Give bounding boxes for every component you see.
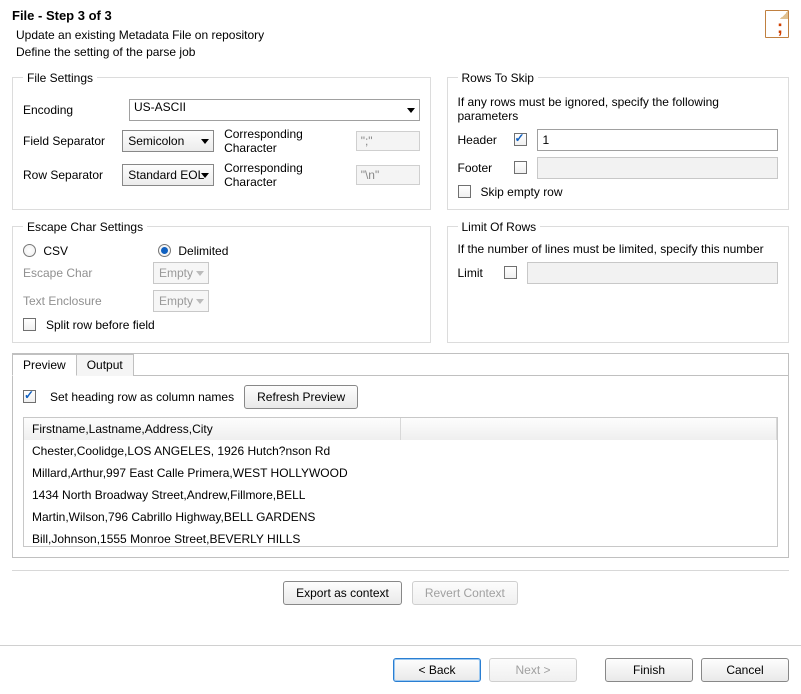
header-checkbox[interactable] — [514, 133, 527, 146]
heading-row-label: Set heading row as column names — [50, 390, 234, 404]
footer-value-input — [537, 157, 779, 179]
chevron-down-icon — [196, 271, 204, 276]
chevron-down-icon — [201, 173, 209, 178]
delimited-radio-label[interactable]: Delimited — [158, 244, 228, 258]
page-subtitle-1: Update an existing Metadata File on repo… — [16, 27, 789, 44]
chevron-down-icon — [407, 108, 415, 113]
escape-char-value: Empty — [159, 266, 193, 280]
row-separator-value: Standard EOL — [128, 168, 204, 182]
revert-context-button: Revert Context — [412, 581, 518, 605]
encoding-select[interactable]: US-ASCII — [129, 99, 420, 121]
footer-checkbox[interactable] — [514, 161, 527, 174]
export-context-button[interactable]: Export as context — [283, 581, 402, 605]
escape-char-label: Escape Char — [23, 266, 153, 280]
limit-legend: Limit Of Rows — [458, 220, 541, 234]
heading-row-checkbox[interactable] — [23, 390, 36, 403]
table-row: 1434 North Broadway Street,Andrew,Fillmo… — [24, 484, 777, 506]
limit-value-input — [527, 262, 779, 284]
preview-column-blank — [401, 418, 778, 440]
file-icon: ; — [765, 10, 789, 38]
split-row-checkbox[interactable] — [23, 318, 36, 331]
footer-label: Footer — [458, 161, 508, 175]
limit-note: If the number of lines must be limited, … — [458, 242, 779, 256]
csv-text: CSV — [43, 244, 68, 258]
field-corresponding-label: Corresponding Character — [224, 127, 350, 155]
split-row-label: Split row before field — [46, 318, 155, 332]
skip-empty-checkbox[interactable] — [458, 185, 471, 198]
header-value-input[interactable]: 1 — [537, 129, 779, 151]
encoding-value: US-ASCII — [134, 100, 186, 114]
limit-checkbox[interactable] — [504, 266, 517, 279]
header-label: Header — [458, 133, 508, 147]
chevron-down-icon — [196, 299, 204, 304]
text-enclosure-select: Empty — [153, 290, 209, 312]
csv-radio[interactable] — [23, 244, 36, 257]
page-title: File - Step 3 of 3 — [12, 8, 789, 23]
field-separator-value: Semicolon — [128, 134, 184, 148]
rows-to-skip-note: If any rows must be ignored, specify the… — [458, 95, 779, 123]
encoding-label: Encoding — [23, 103, 123, 117]
row-separator-label: Row Separator — [23, 168, 116, 182]
delimited-radio[interactable] — [158, 244, 171, 257]
chevron-down-icon — [201, 139, 209, 144]
table-row: Bill,Johnson,1555 Monroe Street,BEVERLY … — [24, 528, 777, 547]
row-corresponding-label: Corresponding Character — [224, 161, 350, 189]
field-separator-select[interactable]: Semicolon — [122, 130, 214, 152]
delimited-text: Delimited — [178, 244, 228, 258]
file-settings-legend: File Settings — [23, 71, 97, 85]
header-value: 1 — [543, 133, 550, 147]
csv-radio-label[interactable]: CSV — [23, 244, 68, 258]
tab-preview[interactable]: Preview — [12, 354, 77, 376]
table-row: Millard,Arthur,997 East Calle Primera,WE… — [24, 462, 777, 484]
text-enclosure-label: Text Enclosure — [23, 294, 153, 308]
refresh-preview-button[interactable]: Refresh Preview — [244, 385, 358, 409]
row-corresponding-value: "\n" — [356, 165, 420, 185]
table-row: Martin,Wilson,796 Cabrillo Highway,BELL … — [24, 506, 777, 528]
page-subtitle-2: Define the setting of the parse job — [16, 44, 789, 61]
escape-char-select: Empty — [153, 262, 209, 284]
text-enclosure-value: Empty — [159, 294, 193, 308]
table-row: Chester,Coolidge,LOS ANGELES, 1926 Hutch… — [24, 440, 777, 462]
tab-output[interactable]: Output — [76, 354, 134, 376]
preview-table: Firstname,Lastname,Address,City Chester,… — [23, 417, 778, 547]
row-separator-select[interactable]: Standard EOL — [122, 164, 214, 186]
rows-to-skip-legend: Rows To Skip — [458, 71, 538, 85]
field-separator-label: Field Separator — [23, 134, 116, 148]
field-corresponding-value: ";" — [356, 131, 420, 151]
escape-legend: Escape Char Settings — [23, 220, 147, 234]
skip-empty-label: Skip empty row — [481, 185, 563, 199]
limit-label: Limit — [458, 266, 498, 280]
preview-column-header: Firstname,Lastname,Address,City — [24, 418, 401, 440]
